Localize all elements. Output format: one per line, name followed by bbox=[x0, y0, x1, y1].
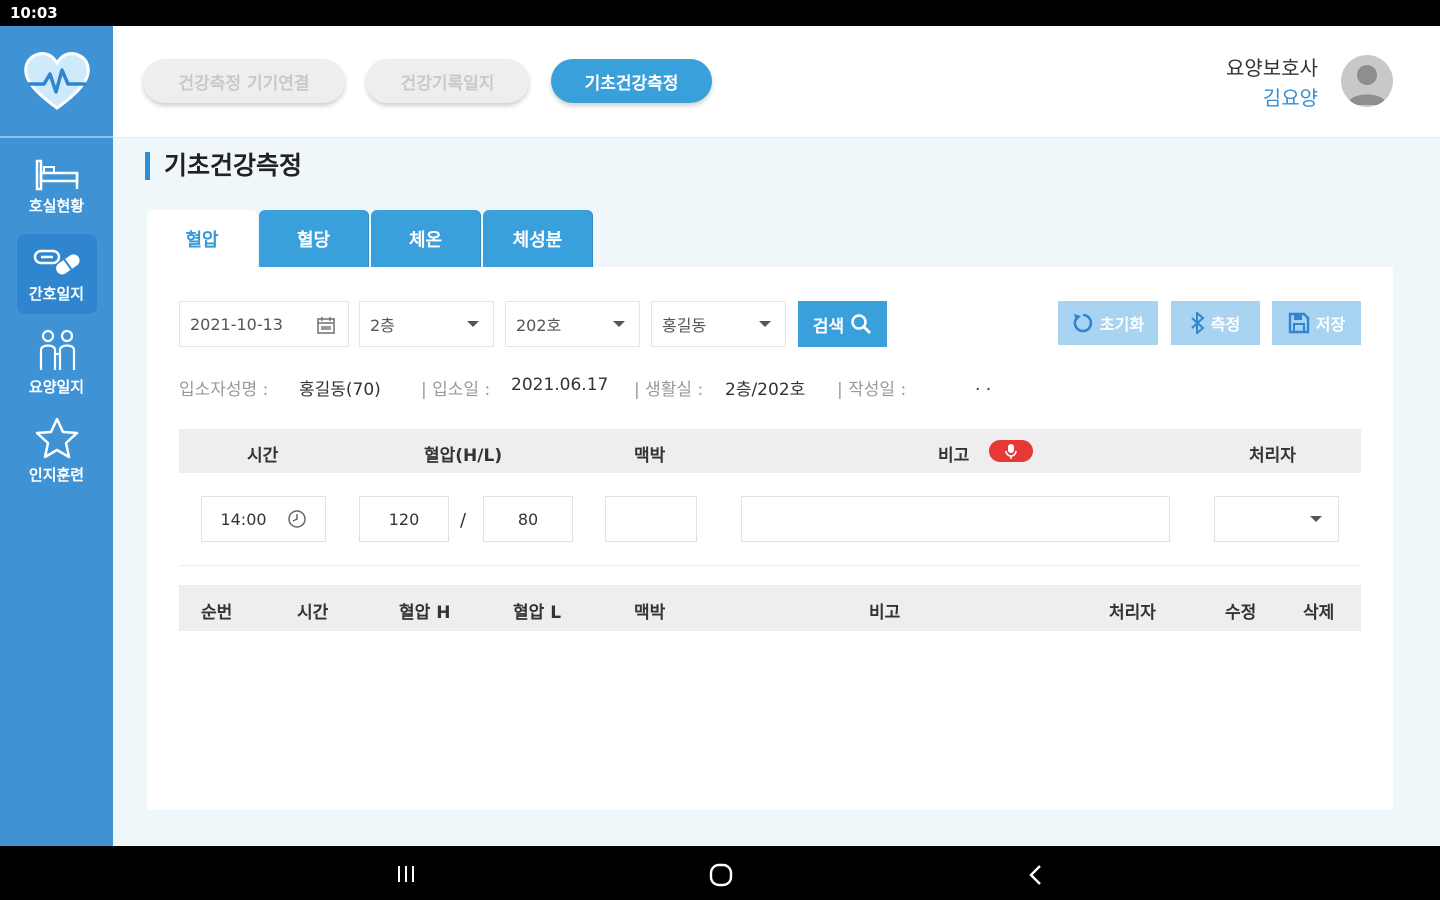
handler-select[interactable] bbox=[1214, 496, 1339, 542]
date-value: 2021-10-13 bbox=[190, 314, 283, 334]
date-field[interactable]: 2021-10-13 bbox=[179, 301, 349, 347]
living-room-label: | 생활실 : bbox=[634, 380, 704, 400]
search-label: 검색 bbox=[812, 316, 845, 337]
status-time: 10:03 bbox=[10, 4, 58, 22]
written-date-value: . . bbox=[975, 375, 992, 395]
bp-low-input[interactable]: 80 bbox=[483, 496, 573, 542]
reset-label: 초기화 bbox=[1099, 315, 1145, 334]
admission-date-label: | 입소일 : bbox=[421, 380, 491, 400]
resident-name-label: 입소자성명 : bbox=[179, 380, 269, 400]
measure-button[interactable]: 측정 bbox=[1171, 301, 1260, 345]
user-role: 요양보호사 bbox=[1226, 56, 1318, 80]
header-time: 시간 bbox=[247, 446, 279, 466]
device-connect-button[interactable]: 건강측정 기기연결 bbox=[143, 59, 345, 103]
bp-separator: / bbox=[460, 510, 467, 531]
reset-button[interactable]: 초기화 bbox=[1058, 301, 1158, 345]
mic-icon[interactable] bbox=[989, 440, 1033, 462]
bed-icon bbox=[35, 159, 78, 190]
pulse-input[interactable] bbox=[605, 496, 697, 542]
sidebar-item-label: 간호일지 bbox=[28, 284, 85, 303]
sidebar-item-label: 인지훈련 bbox=[28, 465, 85, 484]
written-date-label: | 작성일 : bbox=[837, 380, 907, 400]
header-seq: 순번 bbox=[201, 603, 233, 623]
note-input[interactable] bbox=[741, 496, 1170, 542]
header-handler: 처리자 bbox=[1249, 446, 1296, 466]
sidebar-item-nursing-log[interactable]: 간호일지 bbox=[16, 234, 97, 314]
tab-temperature[interactable]: 체온 bbox=[371, 210, 481, 267]
records-table-header: 순번 시간 혈압 H 혈압 L 맥박 비고 처리자 수정 삭제 bbox=[179, 585, 1361, 631]
home-icon[interactable] bbox=[709, 863, 733, 887]
avatar[interactable] bbox=[1341, 55, 1393, 107]
admission-date-value: 2021.06.17 bbox=[511, 375, 609, 395]
time-value: 14:00 bbox=[220, 509, 267, 529]
header-note: 비고 bbox=[938, 446, 970, 466]
health-record-button[interactable]: 건강기록일지 bbox=[366, 59, 529, 103]
sidebar: 호실현황 간호일지 요양일지 인지훈련 bbox=[0, 26, 113, 846]
save-label: 저장 bbox=[1315, 315, 1346, 334]
resident-value: 홍길동 bbox=[662, 316, 707, 335]
header-bp-high: 혈압 H bbox=[399, 603, 451, 623]
search-icon bbox=[851, 314, 872, 334]
header-delete: 삭제 bbox=[1303, 603, 1335, 623]
tab-blood-pressure[interactable]: 혈압 bbox=[147, 210, 257, 267]
chevron-down-icon bbox=[1310, 516, 1322, 522]
recent-apps-icon[interactable] bbox=[396, 865, 416, 883]
sidebar-item-care-log[interactable]: 요양일지 bbox=[17, 322, 97, 402]
back-icon[interactable] bbox=[1028, 864, 1044, 886]
divider bbox=[179, 565, 1361, 566]
user-name: 김요양 bbox=[1262, 86, 1318, 110]
search-button[interactable]: 검색 bbox=[798, 301, 887, 347]
header-edit: 수정 bbox=[1225, 603, 1257, 623]
system-nav-bar bbox=[0, 846, 1440, 900]
chevron-down-icon bbox=[467, 321, 479, 327]
refresh-icon bbox=[1073, 313, 1093, 333]
header-bp-low: 혈압 L bbox=[513, 603, 562, 623]
bp-high-input[interactable]: 120 bbox=[359, 496, 449, 542]
heart-pulse-icon bbox=[23, 52, 90, 110]
sidebar-item-cognitive-training[interactable]: 인지훈련 bbox=[17, 410, 97, 490]
tab-blood-sugar[interactable]: 혈당 bbox=[259, 210, 369, 267]
app-logo[interactable] bbox=[0, 26, 113, 138]
chevron-down-icon bbox=[759, 321, 771, 327]
page-title: 기초건강측정 bbox=[145, 152, 302, 180]
room-select[interactable]: 202호 bbox=[505, 301, 640, 347]
header-note: 비고 bbox=[869, 603, 901, 623]
star-icon bbox=[35, 417, 78, 458]
bluetooth-icon bbox=[1191, 312, 1205, 334]
header-pulse: 맥박 bbox=[634, 446, 666, 466]
content-panel: 2021-10-13 2층 202호 홍길동 검색 초기화 측정 저장 입소자성… bbox=[147, 267, 1393, 810]
resident-select[interactable]: 홍길동 bbox=[651, 301, 786, 347]
sidebar-item-label: 요양일지 bbox=[28, 377, 85, 396]
floor-value: 2층 bbox=[370, 316, 395, 335]
sidebar-item-label: 호실현황 bbox=[28, 196, 85, 215]
user-icon bbox=[1347, 65, 1387, 105]
resident-name-value: 홍길동(70) bbox=[299, 380, 381, 400]
calendar-icon bbox=[317, 317, 335, 334]
room-value: 202호 bbox=[516, 316, 562, 335]
main-area: 건강측정 기기연결 건강기록일지 기초건강측정 요양보호사 김요양 기초건강측정… bbox=[113, 26, 1440, 846]
floppy-icon bbox=[1288, 312, 1309, 334]
time-input[interactable]: 14:00 bbox=[201, 496, 326, 542]
sidebar-item-room-status[interactable]: 호실현황 bbox=[17, 146, 97, 226]
header-time: 시간 bbox=[297, 603, 329, 623]
measure-label: 측정 bbox=[1210, 315, 1241, 334]
header-blood-pressure: 혈압(H/L) bbox=[424, 446, 503, 466]
floor-select[interactable]: 2층 bbox=[359, 301, 494, 347]
header-pulse: 맥박 bbox=[634, 603, 666, 623]
entry-table-header: 시간 혈압(H/L) 맥박 비고 처리자 bbox=[179, 429, 1361, 473]
top-bar: 건강측정 기기연결 건강기록일지 기초건강측정 요양보호사 김요양 bbox=[113, 26, 1440, 138]
basic-health-button[interactable]: 기초건강측정 bbox=[551, 59, 712, 103]
status-bar: 10:03 bbox=[0, 0, 1440, 26]
caregiver-icon bbox=[39, 329, 75, 370]
clock-icon bbox=[287, 510, 306, 528]
living-room-value: 2층/202호 bbox=[725, 380, 806, 400]
header-handler: 처리자 bbox=[1109, 603, 1156, 623]
save-button[interactable]: 저장 bbox=[1272, 301, 1361, 345]
pills-icon bbox=[33, 249, 80, 274]
tab-body-composition[interactable]: 체성분 bbox=[483, 210, 593, 267]
chevron-down-icon bbox=[613, 321, 625, 327]
